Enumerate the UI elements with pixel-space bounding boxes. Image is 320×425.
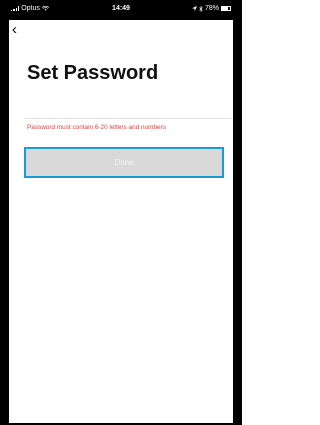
status-bar-right: 78% [191,5,231,12]
bluetooth-icon [199,5,203,12]
status-bar: Optus 14:49 78% [9,0,233,20]
page-title: Set Password [27,62,159,84]
phone-screen: Optus 14:49 78% ‹ Set Password Password … [0,0,242,425]
done-button[interactable]: Done [24,147,224,178]
battery-icon [221,6,231,11]
location-arrow-icon [191,6,197,11]
password-field-divider [25,118,231,119]
password-error-message: Password must contain 6-20 letters and n… [27,124,166,131]
chevron-left-icon[interactable]: ‹ [12,22,17,37]
battery-percent: 78% [204,5,219,12]
